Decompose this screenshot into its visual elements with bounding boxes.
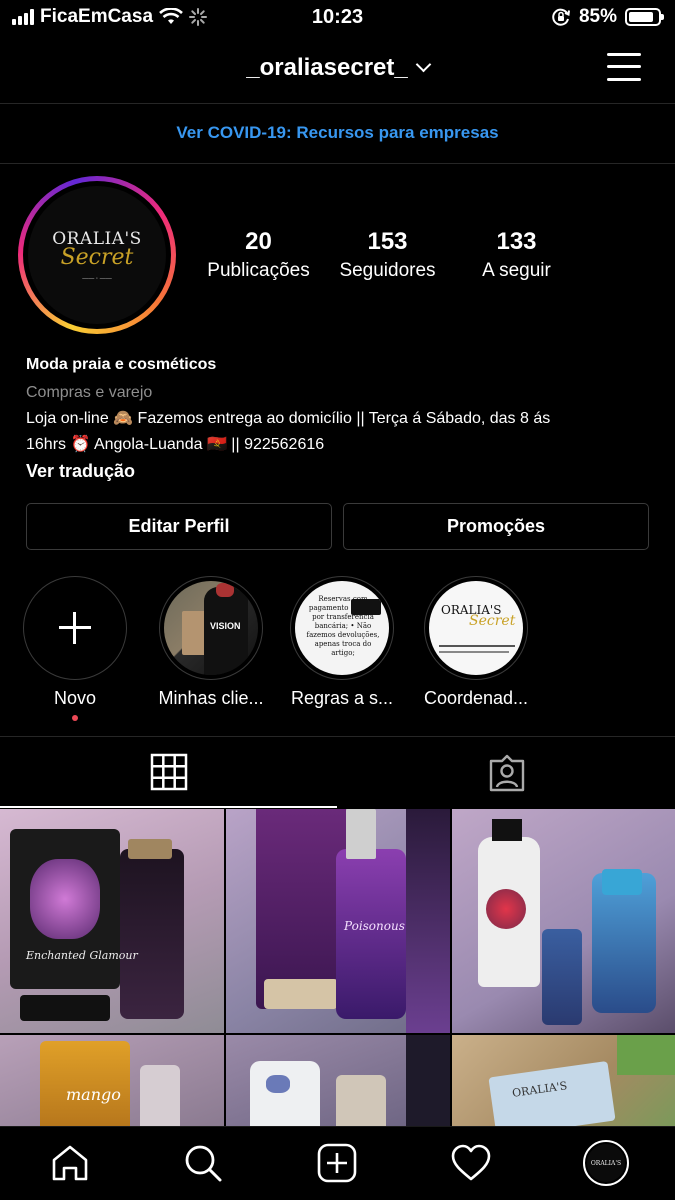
search-icon	[185, 1145, 222, 1182]
nav-search[interactable]	[181, 1141, 225, 1185]
nav-create[interactable]	[315, 1141, 359, 1185]
battery-icon	[625, 8, 664, 26]
heart-icon	[451, 1144, 491, 1181]
status-right: 85%	[551, 6, 664, 28]
account-switcher[interactable]: _oraliasecret_	[0, 54, 675, 82]
posts-count: 20	[245, 228, 272, 255]
brand-logo: ORALIA'S Secret —— ◦ ——	[28, 186, 166, 324]
new-indicator-dot	[72, 715, 78, 721]
battery-percent: 85%	[578, 6, 617, 27]
posts-label: Publicações	[207, 260, 310, 281]
covid-resources-link[interactable]: Ver COVID-19: Recursos para empresas	[0, 104, 675, 164]
highlight-label: Coordenad...	[423, 688, 529, 708]
post-thumbnail[interactable]	[226, 1035, 450, 1129]
tab-tagged[interactable]	[338, 737, 675, 808]
stat-following[interactable]: 133 A seguir	[453, 228, 580, 282]
highlight-cover: ORALIA'S Secret	[429, 581, 523, 675]
nav-activity[interactable]	[449, 1141, 493, 1185]
post-thumbnail[interactable]	[452, 809, 675, 1033]
post-caption: mango	[66, 1085, 121, 1104]
promotions-button[interactable]: Promoções	[343, 503, 649, 550]
avatar: ORALIA'S	[583, 1140, 629, 1186]
profile-tabs	[0, 736, 675, 808]
bio-line-2: 16hrs ⏰ Angola-Luanda 🇦🇴 || 922562616	[26, 436, 325, 453]
plus-icon	[59, 612, 91, 644]
tab-grid[interactable]	[0, 737, 337, 808]
grid-icon	[150, 753, 187, 790]
menu-button[interactable]	[607, 52, 641, 82]
see-translation-link[interactable]: Ver tradução	[26, 458, 656, 484]
profile-category: Compras e varejo	[26, 384, 153, 401]
status-bar: FicaEmCasa 10:23 85%	[0, 0, 675, 36]
highlight-new[interactable]: Novo	[15, 576, 135, 721]
highlight-label: Regras a s...	[290, 688, 394, 708]
profile-header: _oraliasecret_	[0, 36, 675, 104]
bio-line-1: Loja on-line 🙈 Fazemos entrega ao domicí…	[26, 410, 551, 427]
username: _oraliasecret_	[246, 54, 408, 81]
post-thumbnail[interactable]: ORALIA'S	[452, 1035, 675, 1129]
posts-grid: Enchanted Glamour Poisonous Kiss mango O…	[0, 809, 675, 1129]
profile-name: Moda praia e cosméticos	[26, 356, 217, 373]
nav-home[interactable]	[48, 1141, 92, 1185]
followers-count: 153	[367, 228, 408, 255]
highlight-label: Novo	[53, 688, 97, 708]
highlight-label: Minhas clie...	[158, 688, 264, 708]
stat-posts[interactable]: 20 Publicações	[195, 228, 322, 282]
profile-picture[interactable]: ORALIA'S Secret —— ◦ ——	[18, 176, 176, 334]
orientation-lock-icon	[552, 8, 570, 26]
highlight-clients[interactable]: VISION Minhas clie...	[151, 576, 271, 709]
bottom-navigation: ORALIA'S	[0, 1126, 675, 1200]
add-post-icon	[317, 1143, 357, 1183]
highlight-rules[interactable]: Reservas com pagamento de 30% por transf…	[282, 576, 402, 709]
home-icon	[52, 1145, 88, 1181]
post-thumbnail[interactable]: Enchanted Glamour	[0, 809, 224, 1033]
tagged-person-icon	[489, 754, 524, 791]
highlight-cover: Reservas com pagamento de 30% por transf…	[295, 581, 389, 675]
highlight-coordinates[interactable]: ORALIA'S Secret Coordenad...	[416, 576, 536, 709]
post-caption: Enchanted Glamour	[26, 949, 138, 962]
following-label: A seguir	[482, 260, 551, 281]
post-thumbnail[interactable]: mango	[0, 1035, 224, 1129]
highlight-cover: VISION	[164, 581, 258, 675]
logo-script: Secret	[60, 244, 134, 270]
edit-profile-button[interactable]: Editar Perfil	[26, 503, 332, 550]
profile-bio: Moda praia e cosméticos Compras e varejo…	[26, 352, 656, 484]
nav-profile[interactable]: ORALIA'S	[582, 1139, 630, 1187]
chevron-down-icon	[415, 56, 431, 73]
post-thumbnail[interactable]: Poisonous Kiss	[226, 809, 450, 1033]
stat-followers[interactable]: 153 Seguidores	[322, 228, 453, 282]
following-count: 133	[496, 228, 537, 255]
profile-stats: 20 Publicações 153 Seguidores 133 A segu…	[195, 228, 580, 282]
followers-label: Seguidores	[339, 260, 436, 281]
